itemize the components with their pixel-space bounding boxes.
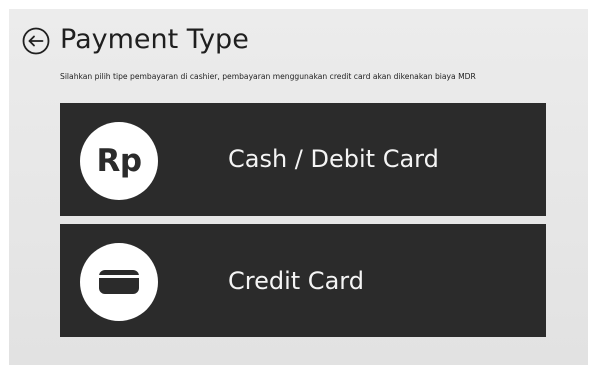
credit-card-option[interactable]: Credit Card — [60, 224, 546, 337]
back-button[interactable] — [21, 26, 51, 56]
page-subtitle: Silahkan pilih tipe pembayaran di cashie… — [60, 72, 476, 81]
cash-debit-card-option[interactable]: Rp Cash / Debit Card — [60, 103, 546, 216]
credit-card-label: Credit Card — [228, 267, 364, 295]
page-title: Payment Type — [60, 24, 249, 55]
circle-arrow-left-icon — [22, 27, 50, 55]
rupiah-icon-text: Rp — [96, 143, 142, 179]
cash-debit-card-label: Cash / Debit Card — [228, 145, 439, 173]
credit-card-icon — [80, 243, 158, 321]
rupiah-icon: Rp — [80, 122, 158, 200]
payment-type-screen: Payment Type Silahkan pilih tipe pembaya… — [9, 9, 588, 365]
credit-card-glyph — [99, 270, 139, 294]
